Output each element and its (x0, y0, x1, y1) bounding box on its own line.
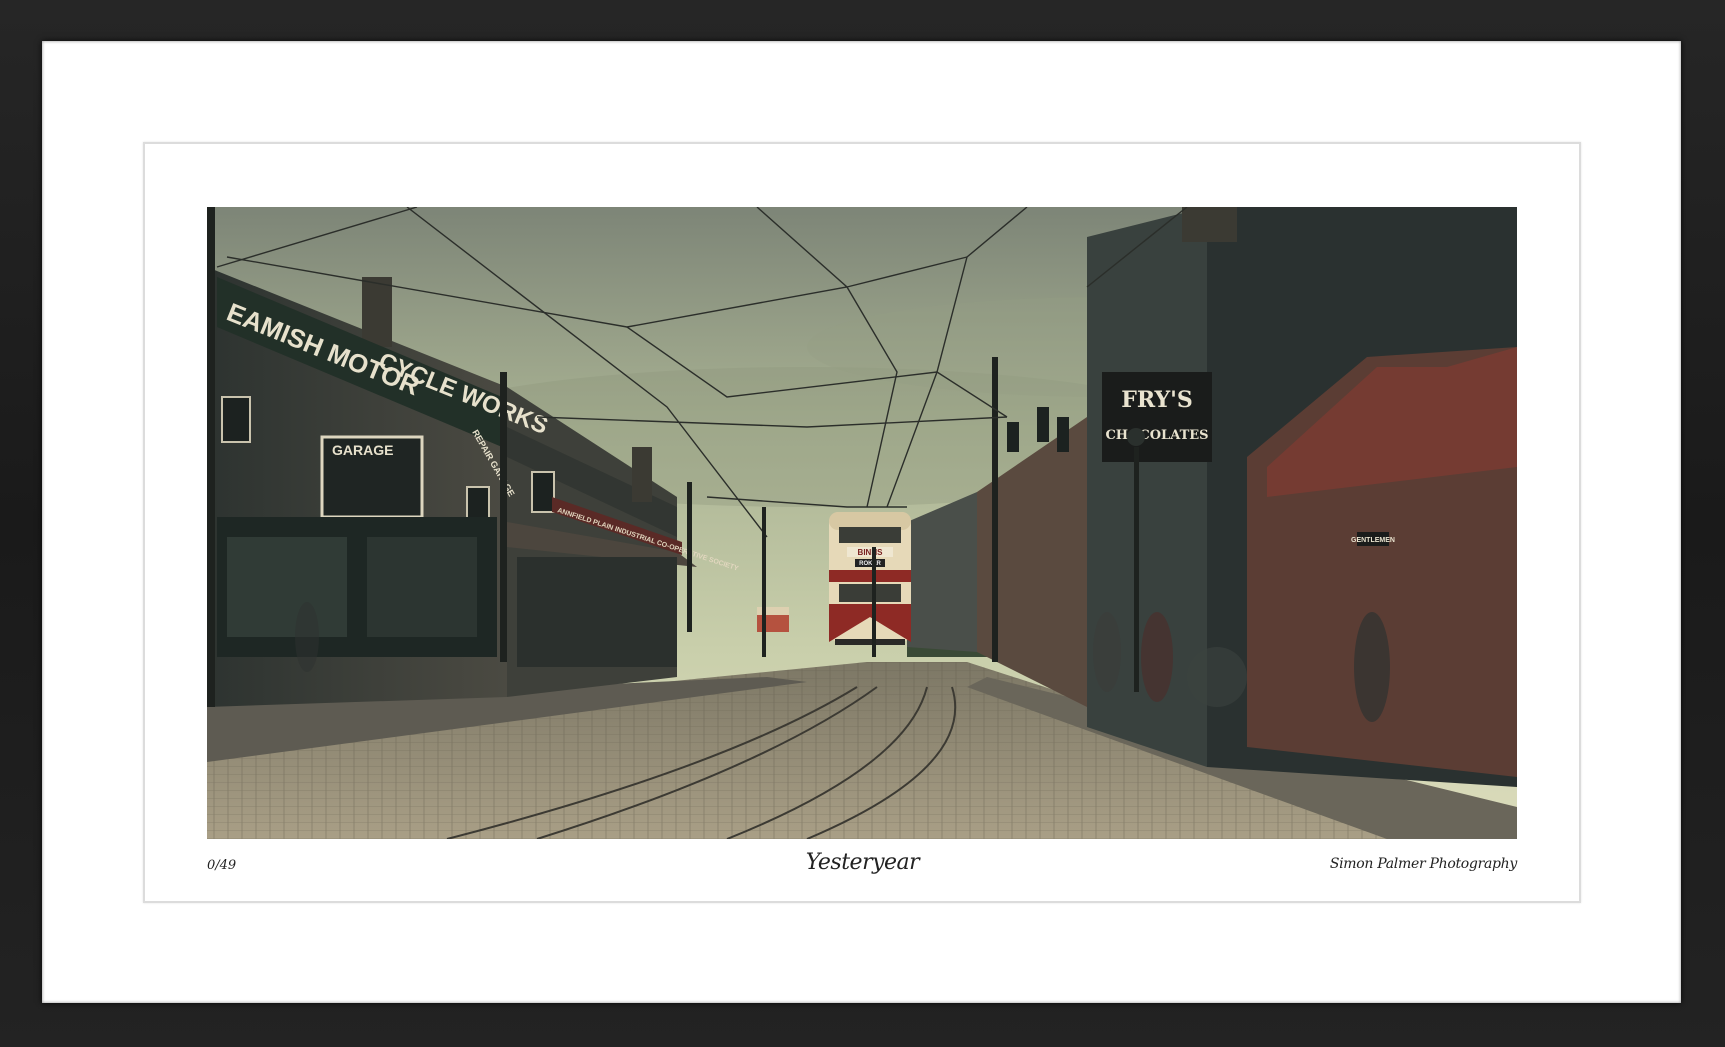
frys-sign: FRY'S (1121, 387, 1193, 413)
photograph: EAMISH MOTOR CYCLE WORKS REPAIR GARAGE G… (207, 207, 1517, 839)
garage-sign: GARAGE (332, 442, 393, 458)
tram-route-sign: ROKER (859, 561, 881, 567)
chocolates-sign: CHOCOLATES (1105, 428, 1208, 443)
tram-destination-sign: BINNS (858, 548, 884, 557)
gentlemen-sign: GENTLEMEN (1351, 537, 1395, 544)
tram: BINNS ROKER (829, 512, 911, 645)
photographer-credit: Simon Palmer Photography (1329, 856, 1517, 872)
